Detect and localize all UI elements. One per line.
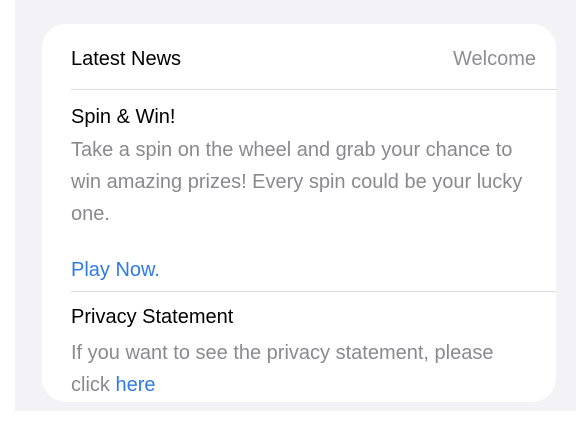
promo-description: Take a spin on the wheel and grab your c… — [71, 139, 523, 225]
divider — [71, 291, 556, 292]
card-header: Latest News Welcome — [71, 44, 536, 74]
divider — [71, 89, 556, 90]
news-card: Latest News Welcome Spin & Win! Take a s… — [42, 24, 556, 402]
welcome-label: Welcome — [453, 47, 536, 70]
play-now-link[interactable]: Play Now. — [71, 259, 160, 282]
card-title: Latest News — [71, 47, 182, 70]
privacy-description: If you want to see the privacy statement… — [71, 337, 531, 401]
privacy-title: Privacy Statement — [71, 306, 234, 328]
privacy-here-link[interactable]: here — [115, 374, 155, 396]
promo-title: Spin & Win! — [71, 106, 176, 128]
